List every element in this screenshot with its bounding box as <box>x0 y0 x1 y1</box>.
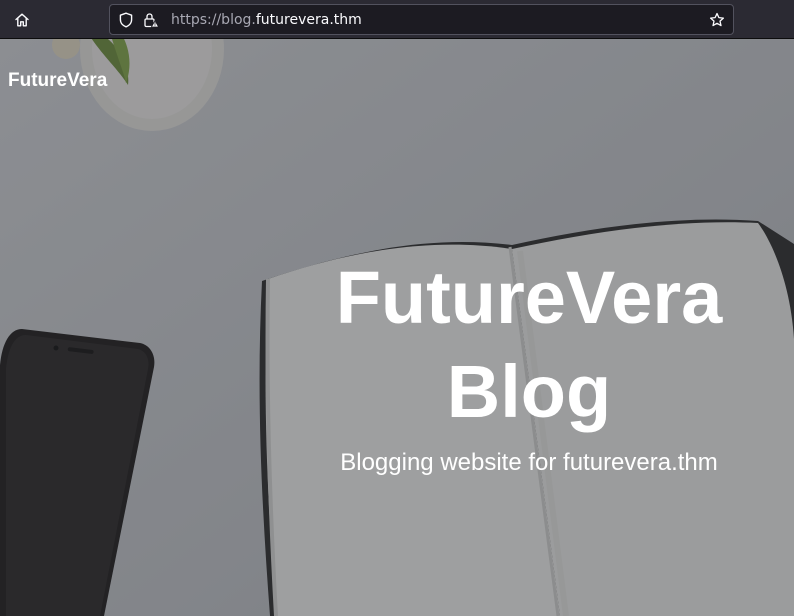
url-prefix: https://blog. <box>171 12 256 28</box>
browser-toolbar: https://blog.futurevera.thm <box>0 0 794 39</box>
hero-section: FutureVera Blog Blogging website for fut… <box>299 251 759 477</box>
lock-warning-icon[interactable] <box>143 12 159 28</box>
bookmark-button[interactable] <box>708 11 726 29</box>
shield-icon[interactable] <box>118 12 134 28</box>
site-logo-link[interactable]: FutureVera <box>8 70 107 92</box>
url-domain: futurevera.thm <box>255 12 362 28</box>
hero-title-line1: FutureVera <box>335 256 723 339</box>
hero-subtitle: Blogging website for futurevera.thm <box>340 449 718 476</box>
address-bar[interactable]: https://blog.futurevera.thm <box>109 4 734 35</box>
url-text[interactable]: https://blog.futurevera.thm <box>171 11 362 29</box>
star-icon <box>709 12 725 27</box>
home-icon <box>15 13 29 27</box>
hero-title-line2: Blog <box>446 350 612 433</box>
home-button[interactable] <box>8 6 36 34</box>
web-page: FutureVera FutureVera Blog Blogging webs… <box>0 39 794 616</box>
hero-title: FutureVera Blog <box>299 251 759 439</box>
